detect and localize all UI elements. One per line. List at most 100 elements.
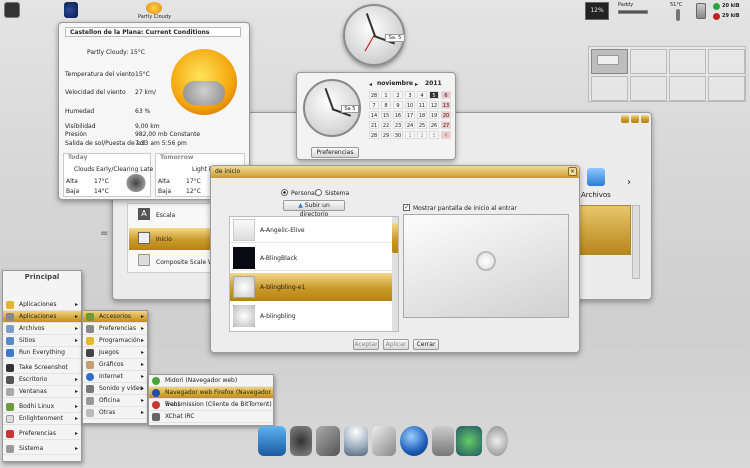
calendar-day[interactable]: 2: [393, 91, 403, 99]
settings-item-escala[interactable]: Escala: [156, 212, 175, 219]
calendar-day[interactable]: 1: [381, 91, 391, 99]
menu-item-graphics[interactable]: Gráficos ▸: [83, 359, 147, 371]
calendar-day[interactable]: 28: [369, 91, 379, 99]
calendar-prev-icon[interactable]: ◂: [369, 81, 372, 88]
menu-item-sound-video[interactable]: Sonido y vídeo ▸: [83, 383, 147, 395]
calendar-day[interactable]: 15: [381, 111, 391, 119]
browser-globe-icon[interactable]: [400, 426, 428, 456]
theme-row-selected[interactable]: A-blingbling-e1: [230, 273, 392, 301]
calendar-day-today[interactable]: 5: [429, 91, 439, 99]
speaker-icon[interactable]: [290, 426, 312, 456]
pager-desk[interactable]: [708, 49, 745, 74]
window-buttons[interactable]: [621, 115, 649, 123]
menu-item-xchat[interactable]: XChat IRC: [149, 411, 273, 423]
menu-item-midori[interactable]: Midori (Navegador web): [149, 375, 273, 387]
pager-desk[interactable]: [630, 76, 667, 101]
calendar-day[interactable]: 4: [441, 131, 451, 139]
terminal-icon[interactable]: [4, 2, 20, 18]
calendar-day[interactable]: 10: [405, 101, 415, 109]
calendar-day[interactable]: 21: [369, 121, 379, 129]
calendar-day[interactable]: 1: [405, 131, 415, 139]
calendar-day[interactable]: 16: [393, 111, 403, 119]
calendar-day[interactable]: 17: [405, 111, 415, 119]
calendar-day[interactable]: 4: [417, 91, 427, 99]
theme-row[interactable]: A-blingbling: [230, 303, 392, 329]
maximize-button[interactable]: [631, 115, 639, 123]
calendar-day[interactable]: 3: [429, 131, 439, 139]
lock-icon[interactable]: [486, 426, 508, 456]
theme-row[interactable]: A-BlingBlack: [230, 245, 392, 271]
archivos-icon[interactable]: [587, 168, 605, 186]
settings-item-inicio[interactable]: Inicio: [156, 236, 172, 243]
calendar-day[interactable]: 26: [429, 121, 439, 129]
menu-item-favorites[interactable]: Aplicaciones favoritas▸: [3, 299, 81, 320]
pager-desk[interactable]: [591, 76, 628, 101]
menu-item-office[interactable]: Oficina ▸: [83, 395, 147, 407]
close-dialog-button[interactable]: Cerrar: [413, 339, 439, 350]
theme-row[interactable]: A-Angelic-Elive: [230, 217, 392, 243]
calendar-day[interactable]: 30: [393, 131, 403, 139]
dialog-close-icon[interactable]: ×: [568, 167, 577, 176]
menu-item-files[interactable]: Archivos ▸: [3, 323, 81, 335]
menu-item-enlightenment[interactable]: Enlightenment ▸: [3, 413, 81, 425]
upload-directory-button[interactable]: ▲ Subir un directorio: [283, 200, 345, 218]
pager-desk[interactable]: [669, 76, 706, 101]
menu-item-windows[interactable]: Ventanas ▸: [3, 386, 81, 398]
theme-list-scroll-thumb[interactable]: [392, 223, 398, 253]
menu-item-places[interactable]: Sitios ▸: [3, 335, 81, 347]
calendar-day[interactable]: 2: [417, 131, 427, 139]
calendar-day[interactable]: 12: [429, 101, 439, 109]
pager-desk[interactable]: [708, 76, 745, 101]
calendar-day[interactable]: 25: [417, 121, 427, 129]
theme-list-scrollbar[interactable]: [392, 217, 398, 331]
menu-item-bodhi[interactable]: Bodhi Linux ▸: [3, 401, 81, 413]
tools-icon[interactable]: [316, 426, 340, 456]
users-icon[interactable]: [456, 426, 482, 456]
speaker-icon[interactable]: [64, 2, 78, 18]
calendar-day[interactable]: 29: [381, 131, 391, 139]
pager-desk[interactable]: [630, 49, 667, 74]
radio-personal[interactable]: [281, 189, 288, 196]
menu-item-internet[interactable]: Internet ▸: [83, 371, 147, 383]
calendar-day[interactable]: 18: [417, 111, 427, 119]
settings-scrollbar[interactable]: [632, 205, 640, 279]
calendar-day[interactable]: 27: [441, 121, 451, 129]
calendar-day[interactable]: 6: [441, 91, 451, 99]
menu-item-programming[interactable]: Programación ▸: [83, 335, 147, 347]
calendar-day[interactable]: 13: [441, 101, 451, 109]
calendar-next-icon[interactable]: ▸: [415, 81, 418, 88]
minimize-button[interactable]: [621, 115, 629, 123]
menu-item-accessories[interactable]: Accesorios ▸: [83, 311, 147, 323]
calendar-day[interactable]: 19: [429, 111, 439, 119]
close-button[interactable]: [641, 115, 649, 123]
accept-button[interactable]: Aceptar: [353, 339, 379, 350]
menu-item-games[interactable]: Juegos ▸: [83, 347, 147, 359]
calendar-day[interactable]: 28: [369, 131, 379, 139]
calendar-day[interactable]: 20: [441, 111, 451, 119]
apply-button[interactable]: Aplicar: [383, 339, 409, 350]
calendar-day[interactable]: 7: [369, 101, 379, 109]
calendar-day[interactable]: 8: [381, 101, 391, 109]
menu-item-system[interactable]: Sistema ▸: [3, 443, 81, 455]
network-icon[interactable]: [344, 426, 368, 456]
calendar-day[interactable]: 9: [393, 101, 403, 109]
mail-icon[interactable]: [372, 426, 396, 456]
calendar-day[interactable]: 14: [369, 111, 379, 119]
show-splash-checkbox[interactable]: ✓: [403, 204, 410, 211]
calendar-day[interactable]: 23: [393, 121, 403, 129]
calendar-day[interactable]: 3: [405, 91, 415, 99]
calendar-day[interactable]: 11: [417, 101, 427, 109]
menu-item-other[interactable]: Otras ▸: [83, 407, 147, 419]
pager-desk[interactable]: [669, 49, 706, 74]
chevron-right-icon[interactable]: ›: [627, 177, 631, 188]
menu-item-preferences[interactable]: Preferencias ▸: [3, 428, 81, 440]
calendar-day[interactable]: 22: [381, 121, 391, 129]
preferencias-button[interactable]: Preferencias: [311, 147, 359, 158]
menu-item-desktop[interactable]: Escritorio ▸: [3, 374, 81, 386]
weather-tray-icon[interactable]: [146, 2, 162, 14]
menu-item-screenshot[interactable]: Take Screenshot: [3, 362, 81, 374]
menu-item-run-everything[interactable]: Run Everything: [3, 347, 81, 359]
chair-icon[interactable]: [258, 426, 286, 456]
desktop-pager[interactable]: [588, 46, 746, 102]
menu-item-transmission[interactable]: Transmission (Cliente de BitTorrent): [149, 399, 273, 411]
